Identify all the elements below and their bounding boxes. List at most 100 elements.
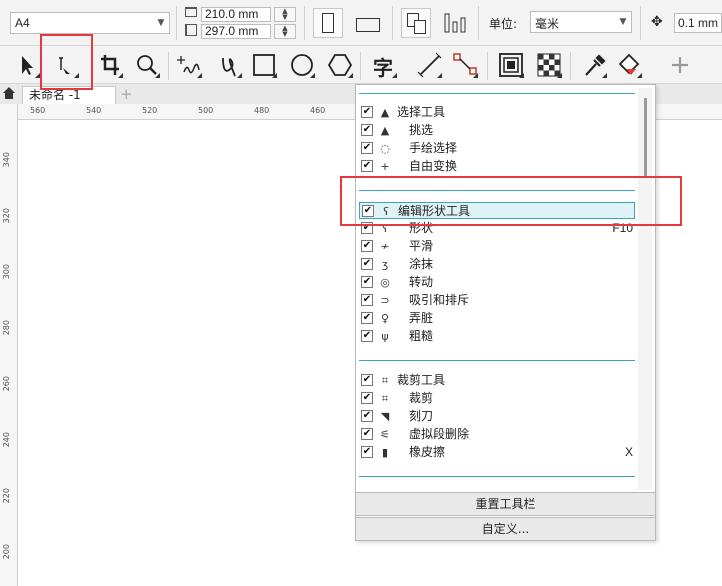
knife-icon: ◥: [380, 410, 390, 423]
menu-item-label: 粗糙: [409, 329, 434, 343]
smear-icon: ʒ: [381, 258, 389, 271]
menu-item-eraser[interactable]: ✔ ▮ 橡皮擦 X: [359, 444, 635, 461]
page-size-value: A4: [15, 16, 30, 30]
transparency-tool[interactable]: [535, 50, 563, 80]
current-page-button[interactable]: [440, 8, 470, 38]
new-tab-icon[interactable]: +: [120, 85, 133, 103]
check-icon[interactable]: ✔: [361, 392, 373, 404]
plus-icon: [672, 57, 688, 73]
crop-tool[interactable]: [96, 50, 124, 80]
menu-divider: [359, 93, 635, 94]
ruler-tick: 560: [30, 106, 46, 115]
add-tool[interactable]: [666, 50, 694, 80]
page-height-field[interactable]: 297.0 mm: [201, 24, 271, 39]
menu-item-label: 挑选: [409, 123, 434, 137]
crop-icon: ⌗: [381, 374, 389, 387]
menu-scrollbar-thumb[interactable]: [644, 98, 647, 178]
landscape-button[interactable]: [351, 8, 385, 38]
freehand-tool[interactable]: [175, 50, 203, 80]
polygon-tool[interactable]: [326, 50, 354, 80]
check-icon[interactable]: ✔: [361, 160, 373, 172]
check-icon[interactable]: ✔: [361, 142, 373, 154]
check-icon[interactable]: ✔: [361, 428, 373, 440]
menu-item-knife[interactable]: ✔ ◥ 刻刀: [359, 408, 635, 425]
vertical-ruler: [0, 104, 18, 586]
portrait-button[interactable]: [313, 8, 343, 38]
menu-divider: [359, 360, 635, 361]
ruler-tick: 460: [310, 106, 326, 115]
ruler-tick: 200: [2, 544, 11, 560]
height-spinner[interactable]: ▲ ▼: [274, 24, 296, 39]
check-icon[interactable]: ✔: [361, 312, 373, 324]
annotation-highlight-menu-item: [340, 176, 682, 226]
menu-item-smooth[interactable]: ✔ ≁ 平滑: [359, 238, 635, 255]
all-pages-button[interactable]: [401, 8, 431, 38]
menu-item-select-tools[interactable]: ✔ ▲ 选择工具: [359, 104, 635, 121]
menu-item-label: 吸引和排斥: [409, 293, 470, 307]
check-icon[interactable]: ✔: [361, 258, 373, 270]
home-icon[interactable]: [2, 86, 16, 100]
ruler-tick: 500: [198, 106, 214, 115]
chevron-down-icon[interactable]: ▼: [615, 12, 631, 32]
menu-item-label: 选择工具: [397, 105, 446, 119]
text-icon: 字: [373, 56, 393, 80]
menu-item-smudge[interactable]: ✔ ♀ 弄脏: [359, 310, 635, 327]
width-spinner[interactable]: ▲ ▼: [274, 7, 296, 22]
units-combo[interactable]: 毫米 ▼: [530, 11, 632, 33]
menu-item-label: 裁剪工具: [397, 373, 446, 387]
shortcut-label: X: [624, 445, 633, 459]
customize-button[interactable]: 自定义...: [355, 517, 656, 541]
menu-item-free-transform[interactable]: ✔ + 自由变换: [359, 158, 635, 175]
check-icon[interactable]: ✔: [361, 240, 373, 252]
eraser-icon: ▮: [381, 446, 389, 459]
menu-item-twirl[interactable]: ✔ ◎ 转动: [359, 274, 635, 291]
menu-item-roughen[interactable]: ✔ ψ 粗糙: [359, 328, 635, 345]
menu-item-virtual-segment-delete[interactable]: ✔ ⚟ 虚拟段删除: [359, 426, 635, 443]
page-height-icon: [185, 24, 197, 36]
check-icon[interactable]: ✔: [361, 330, 373, 342]
ruler-tick: 520: [142, 106, 158, 115]
menu-item-pick[interactable]: ✔ ▲ 挑选: [359, 122, 635, 139]
ruler-tick: 300: [2, 264, 11, 280]
check-icon[interactable]: ✔: [361, 410, 373, 422]
page-width-field[interactable]: 210.0 mm: [201, 7, 271, 22]
menu-item-label: 弄脏: [409, 311, 434, 325]
fill-tool[interactable]: [615, 50, 643, 80]
artistic-media-tool[interactable]: [215, 50, 243, 80]
divider: [176, 6, 177, 40]
check-icon[interactable]: ✔: [361, 124, 373, 136]
check-icon[interactable]: ✔: [361, 294, 373, 306]
bar-pages-icon: [444, 13, 466, 33]
chevron-down-icon[interactable]: ▼: [153, 13, 169, 33]
divider: [304, 6, 305, 40]
nudge-field[interactable]: 0.1 mm: [674, 13, 722, 33]
eyedropper-tool[interactable]: [580, 50, 608, 80]
units-label: 单位:: [489, 17, 518, 31]
menu-item-label: 裁剪: [409, 391, 434, 405]
divider: [640, 6, 641, 40]
divider: [478, 6, 479, 40]
dimension-tool[interactable]: [415, 50, 443, 80]
check-icon[interactable]: ✔: [361, 106, 373, 118]
check-icon[interactable]: ✔: [361, 276, 373, 288]
zoom-tool[interactable]: [133, 50, 161, 80]
menu-item-freehand-select[interactable]: ✔ ◌ 手绘选择: [359, 140, 635, 157]
check-icon[interactable]: ✔: [361, 374, 373, 386]
connector-tool[interactable]: [451, 50, 479, 80]
menu-item-attract-repel[interactable]: ✔ ⊃ 吸引和排斥: [359, 292, 635, 309]
page-size-combo[interactable]: A4 ▼: [10, 12, 170, 34]
ruler-tick: 340: [2, 152, 11, 168]
menu-item-label: 转动: [409, 275, 434, 289]
reset-toolbar-button[interactable]: 重置工具栏: [355, 492, 656, 516]
ellipse-tool[interactable]: [288, 50, 316, 80]
menu-item-crop[interactable]: ✔ ⌗ 裁剪: [359, 390, 635, 407]
pick-tool[interactable]: [13, 50, 41, 80]
divider: [168, 52, 169, 80]
check-icon[interactable]: ✔: [361, 446, 373, 458]
menu-item-crop-tools[interactable]: ✔ ⌗ 裁剪工具: [359, 372, 635, 389]
menu-item-smear[interactable]: ✔ ʒ 涂抹: [359, 256, 635, 273]
shadow-tool[interactable]: [497, 50, 525, 80]
rectangle-tool[interactable]: [250, 50, 278, 80]
text-tool[interactable]: 字: [370, 50, 398, 80]
virtual-segment-delete-icon: ⚟: [380, 428, 390, 441]
